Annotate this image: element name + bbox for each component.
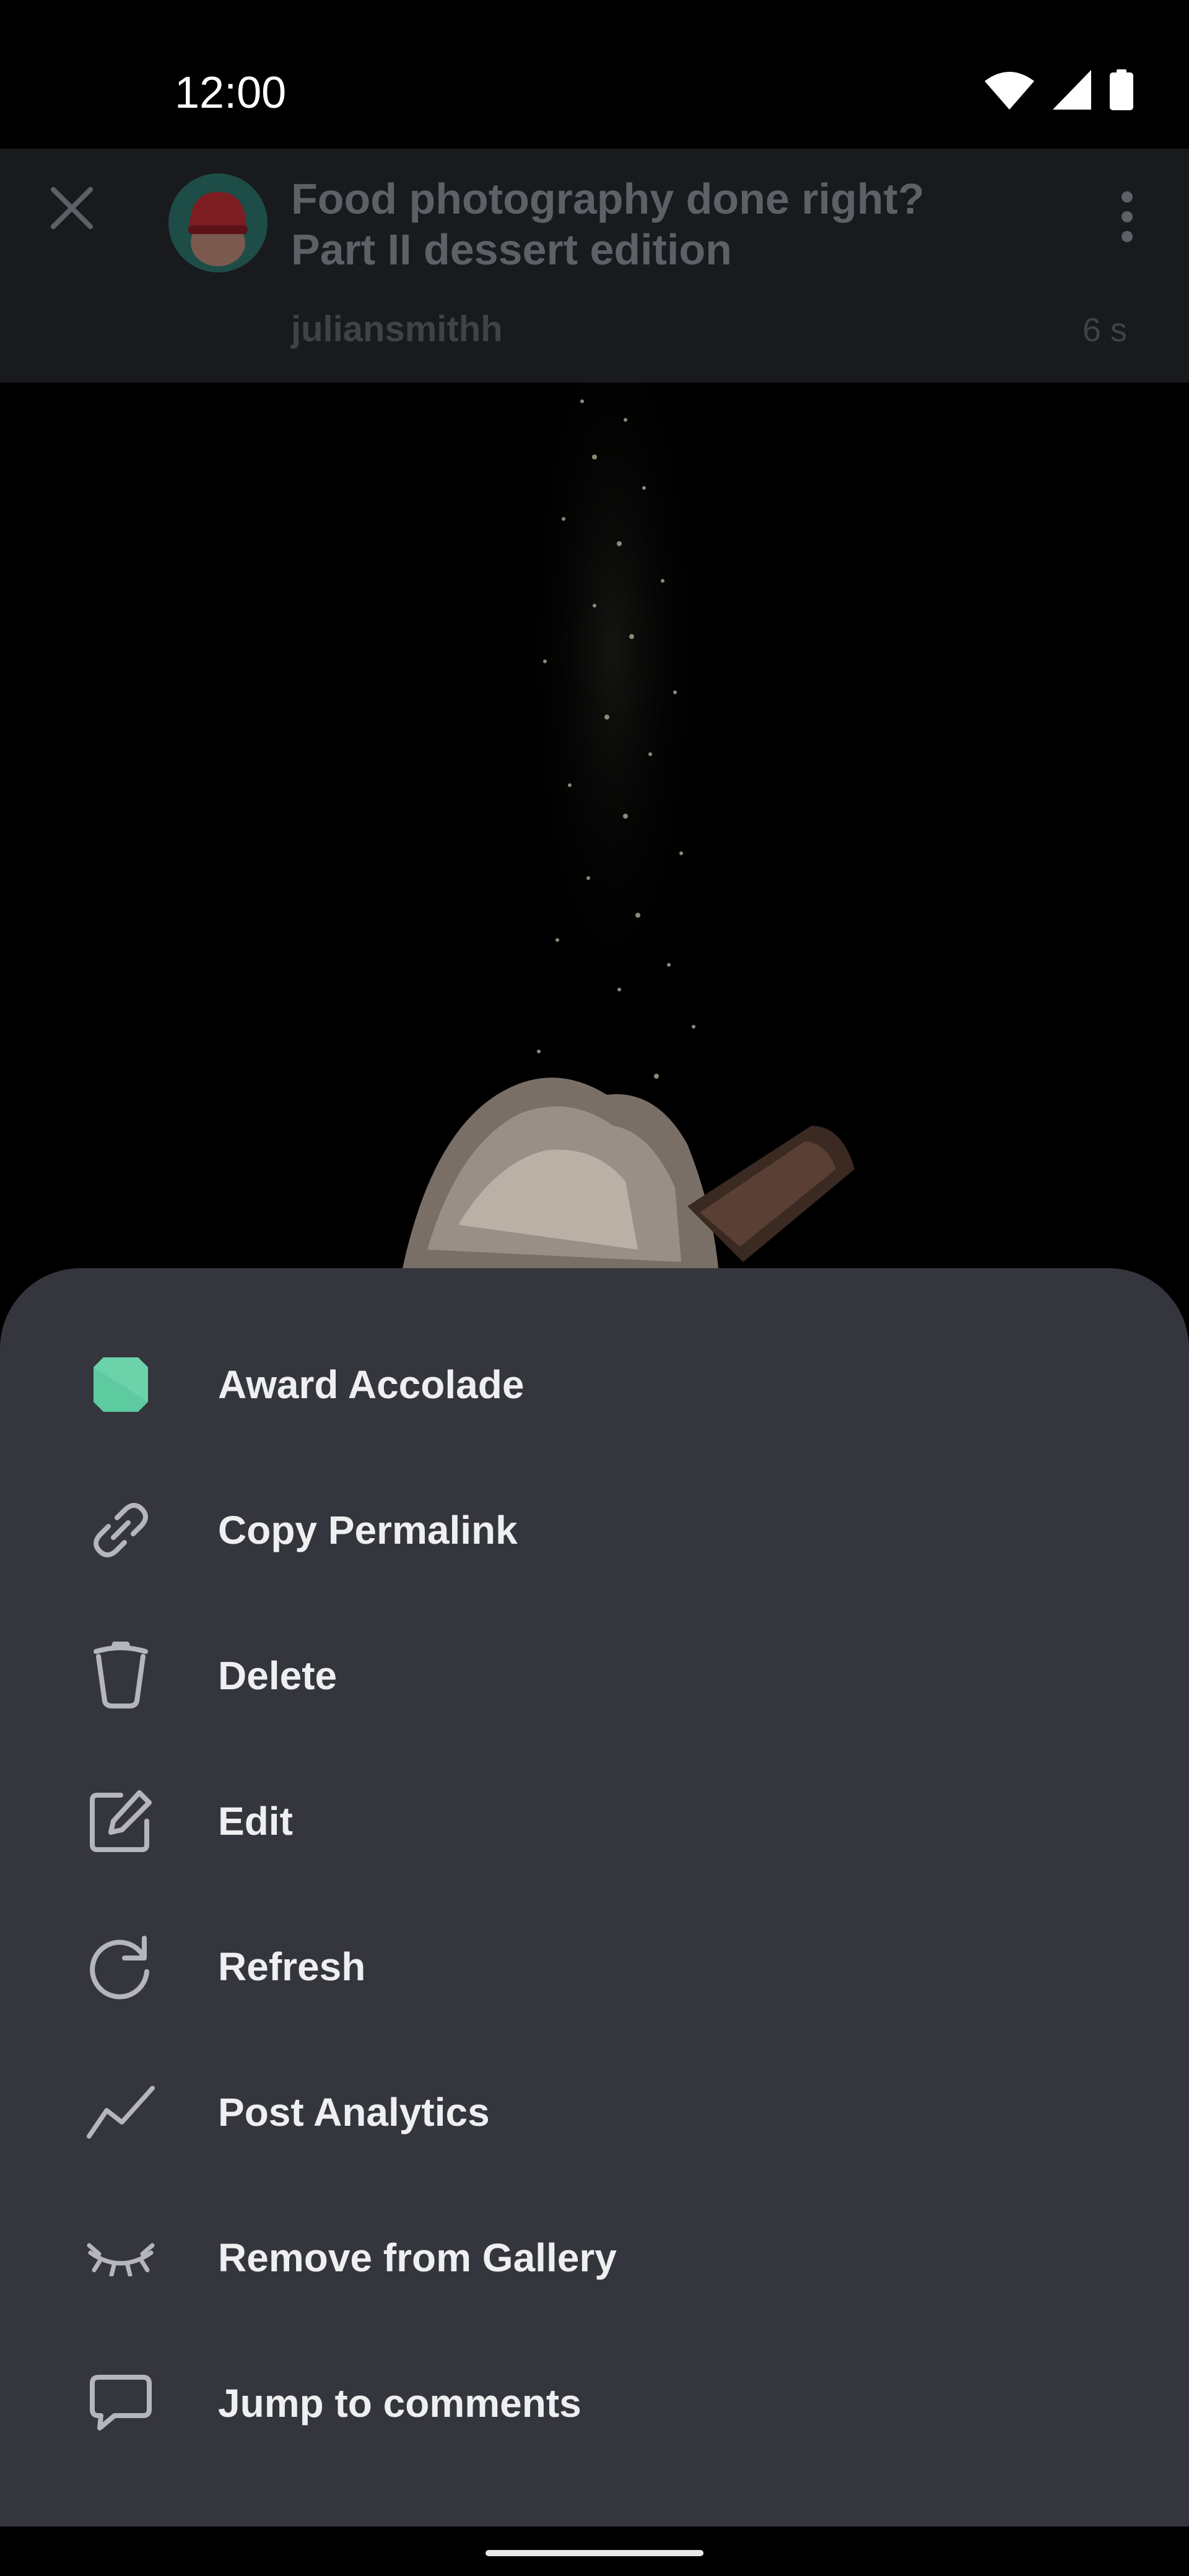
status-bar: 12:00	[0, 0, 1189, 149]
status-time: 12:00	[175, 68, 287, 118]
menu-item-award-accolade[interactable]: Award Accolade	[0, 1312, 1189, 1457]
post-header: Food photography done right? Part II des…	[0, 149, 1189, 383]
post-timestamp: 6 s	[1082, 311, 1127, 349]
home-gesture-handle[interactable]	[486, 2550, 703, 2556]
more-options-button[interactable]	[1096, 180, 1158, 254]
battery-icon	[1110, 69, 1133, 113]
trash-icon	[87, 1641, 155, 1710]
menu-item-label: Delete	[218, 1653, 338, 1698]
post-username[interactable]: juliansmithh	[291, 308, 503, 350]
menu-item-post-analytics[interactable]: Post Analytics	[0, 2039, 1189, 2185]
accolade-gem-icon	[87, 1351, 155, 1419]
menu-item-label: Refresh	[218, 1944, 366, 1989]
avatar[interactable]	[168, 173, 268, 272]
wifi-icon	[985, 70, 1034, 113]
post-title-line2: Part II dessert edition	[291, 225, 732, 274]
post-image[interactable]	[0, 383, 1189, 1312]
menu-item-remove-from-gallery[interactable]: Remove from Gallery	[0, 2185, 1189, 2330]
edit-icon	[87, 1787, 155, 1855]
menu-item-copy-permalink[interactable]: Copy Permalink	[0, 1457, 1189, 1603]
menu-item-label: Remove from Gallery	[218, 2235, 617, 2280]
refresh-icon	[87, 1933, 155, 2001]
menu-item-label: Edit	[218, 1798, 293, 1843]
analytics-icon	[87, 2078, 155, 2146]
signal-icon	[1053, 69, 1091, 113]
options-bottom-sheet: Award Accolade Copy Permalink Delete Edi…	[0, 1268, 1189, 2526]
options-menu: Award Accolade Copy Permalink Delete Edi…	[0, 1312, 1189, 2476]
menu-item-label: Award Accolade	[218, 1362, 525, 1407]
post-title-line1: Food photography done right?	[291, 175, 925, 223]
close-icon	[51, 187, 93, 229]
link-icon	[87, 1496, 155, 1564]
menu-item-label: Jump to comments	[218, 2380, 581, 2426]
menu-item-delete[interactable]: Delete	[0, 1603, 1189, 1748]
menu-item-jump-to-comments[interactable]: Jump to comments	[0, 2330, 1189, 2476]
eye-closed-icon	[87, 2224, 155, 2292]
menu-item-edit[interactable]: Edit	[0, 1748, 1189, 1894]
status-icons	[985, 69, 1133, 113]
close-button[interactable]	[37, 173, 107, 243]
post-title: Food photography done right? Part II des…	[291, 173, 1022, 275]
menu-item-label: Post Analytics	[218, 2089, 490, 2134]
menu-item-refresh[interactable]: Refresh	[0, 1894, 1189, 2039]
more-vert-icon	[1121, 191, 1133, 202]
menu-item-label: Copy Permalink	[218, 1507, 518, 1552]
comment-icon	[87, 2369, 155, 2437]
